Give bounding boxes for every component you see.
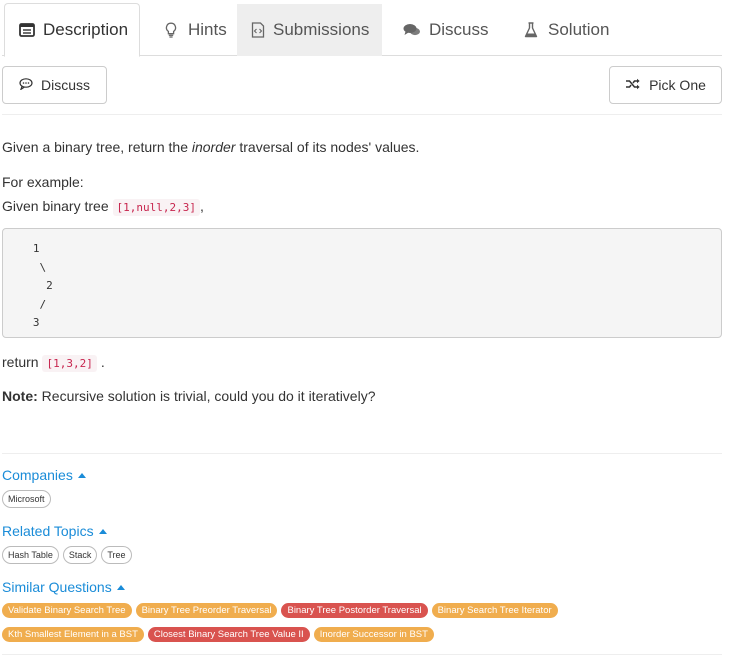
topic-tag[interactable]: Stack <box>62 546 98 564</box>
problem-intro: Given a binary tree, return the inorder … <box>2 139 419 155</box>
similar-questions-row: Validate Binary Search Tree Binary Tree … <box>2 603 558 618</box>
related-topics-list: Hash Table Stack Tree <box>2 546 132 564</box>
related-topics-toggle[interactable]: Related Topics <box>2 523 107 539</box>
divider <box>2 114 722 115</box>
caret-up-icon <box>77 473 86 478</box>
tab-hints-label: Hints <box>188 20 227 39</box>
similar-question-tag[interactable]: Binary Tree Preorder Traversal <box>135 603 278 618</box>
tab-description-label: Description <box>43 20 129 39</box>
similar-question-tag[interactable]: Binary Tree Postorder Traversal <box>281 603 428 618</box>
tab-description[interactable]: Description <box>4 3 140 57</box>
tab-submissions[interactable]: Submissions <box>237 4 382 56</box>
topic-tag[interactable]: Tree <box>101 546 132 564</box>
example-label: For example: <box>2 174 84 190</box>
shuffle-icon <box>625 77 641 93</box>
tab-discuss[interactable]: Discuss <box>389 4 503 56</box>
description-icon <box>19 21 35 39</box>
given-tree-line: Given binary tree [1,null,2,3], <box>2 198 204 216</box>
return-line: return [1,3,2]. <box>2 354 105 372</box>
flask-icon <box>522 21 540 39</box>
tab-submissions-label: Submissions <box>273 20 370 39</box>
problem-tabs: Description Hints Submissions Discuss So… <box>2 0 722 57</box>
discuss-button[interactable]: Discuss <box>2 66 107 104</box>
similar-questions-row: Kth Smallest Element in a BST Closest Bi… <box>2 627 434 642</box>
similar-question-tag[interactable]: Binary Search Tree Iterator <box>431 603 558 618</box>
divider <box>2 654 722 655</box>
company-tag[interactable]: Microsoft <box>2 490 51 508</box>
topic-tag[interactable]: Hash Table <box>2 546 59 564</box>
similar-question-tag[interactable]: Inorder Successor in BST <box>313 627 434 642</box>
pick-one-button[interactable]: Pick One <box>609 66 722 104</box>
note-line: Note: Recursive solution is trivial, cou… <box>2 388 375 404</box>
similar-question-tag[interactable]: Kth Smallest Element in a BST <box>2 627 144 642</box>
intro-text: Given a binary tree, return the <box>2 139 192 155</box>
divider <box>2 453 722 454</box>
return-code: [1,3,2] <box>42 355 97 372</box>
tab-discuss-label: Discuss <box>429 20 489 39</box>
tab-solution[interactable]: Solution <box>508 4 623 56</box>
note-label: Note: <box>2 388 38 404</box>
pick-one-button-label: Pick One <box>649 77 706 93</box>
comment-icon <box>19 77 33 93</box>
similar-questions-title: Similar Questions <box>2 579 112 595</box>
caret-up-icon <box>116 585 125 590</box>
return-suffix: . <box>100 354 105 370</box>
intro-text-end: traversal of its nodes' values. <box>235 139 420 155</box>
companies-toggle[interactable]: Companies <box>2 467 86 483</box>
similar-questions-toggle[interactable]: Similar Questions <box>2 579 125 595</box>
lightbulb-icon <box>162 21 180 39</box>
tab-solution-label: Solution <box>548 20 610 39</box>
intro-emphasis: inorder <box>191 139 236 155</box>
related-topics-title: Related Topics <box>2 523 94 539</box>
note-text: Recursive solution is trivial, could you… <box>37 388 376 404</box>
given-text: Given binary tree <box>2 198 113 214</box>
code-file-icon <box>251 21 265 39</box>
caret-up-icon <box>98 529 107 534</box>
tree-code-block: 1 \ 2 / 3 <box>2 228 722 338</box>
return-text: return <box>2 354 43 370</box>
companies-list: Microsoft <box>2 490 51 508</box>
similar-question-tag[interactable]: Validate Binary Search Tree <box>2 603 132 618</box>
companies-title: Companies <box>2 467 73 483</box>
discuss-button-label: Discuss <box>40 77 90 93</box>
comments-icon <box>403 21 421 39</box>
given-code: [1,null,2,3] <box>112 199 200 216</box>
tab-hints[interactable]: Hints <box>148 4 241 56</box>
similar-question-tag[interactable]: Closest Binary Search Tree Value II <box>147 627 310 642</box>
given-suffix: , <box>199 198 204 214</box>
